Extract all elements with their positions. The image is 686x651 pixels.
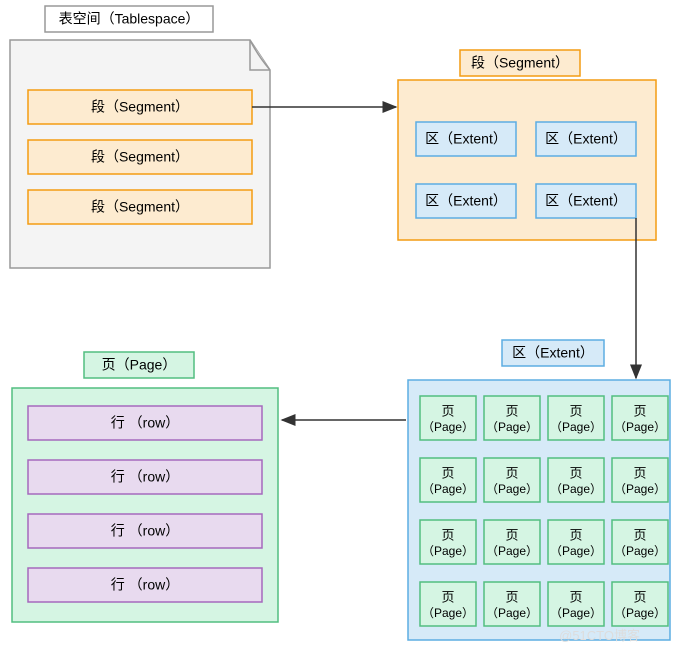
extent-page-cell: 页 （Page） [484, 396, 540, 440]
svg-text:行 （row）: 行 （row） [111, 523, 179, 539]
extent-container: 区（Extent） 页 （Page） 页 （Page） 页 （Page） 页 （Page） 页 （… [408, 340, 670, 640]
svg-text:页: 页 [505, 403, 518, 418]
svg-text:页: 页 [505, 527, 518, 542]
extent-page-cell: 页 （Page） [612, 582, 668, 626]
page-item: 行 （row） [28, 406, 262, 440]
svg-text:（Page）: （Page） [614, 482, 666, 496]
segment-item: 区（Extent） [536, 122, 636, 156]
extent-page-cell: 页 （Page） [548, 458, 604, 502]
svg-text:页: 页 [569, 403, 582, 418]
extent-title: 区（Extent） [512, 345, 594, 361]
tablespace-title: 表空间（Tablespace） [59, 11, 200, 27]
tablespace-container: 表空间（Tablespace） 段（Segment） 段（Segment） 段（… [10, 6, 270, 268]
svg-text:页: 页 [505, 465, 518, 480]
extent-page-cell: 页 （Page） [420, 458, 476, 502]
svg-text:（Page）: （Page） [422, 544, 474, 558]
extent-page-cell: 页 （Page） [420, 520, 476, 564]
svg-text:页: 页 [505, 589, 518, 604]
svg-text:页: 页 [441, 527, 454, 542]
tablespace-item: 段（Segment） [28, 90, 252, 124]
svg-text:页: 页 [569, 527, 582, 542]
svg-text:（Page）: （Page） [486, 544, 538, 558]
extent-page-cell: 页 （Page） [484, 582, 540, 626]
svg-text:段（Segment）: 段（Segment） [91, 99, 189, 115]
svg-text:（Page）: （Page） [422, 606, 474, 620]
extent-page-cell: 页 （Page） [612, 520, 668, 564]
svg-text:（Page）: （Page） [550, 606, 602, 620]
svg-text:（Page）: （Page） [614, 544, 666, 558]
page-container: 页（Page） 行 （row） 行 （row） 行 （row） 行 （row） [12, 352, 278, 622]
svg-text:（Page）: （Page） [614, 606, 666, 620]
svg-text:区（Extent）: 区（Extent） [545, 131, 627, 147]
svg-text:页: 页 [569, 465, 582, 480]
extent-page-cell: 页 （Page） [484, 458, 540, 502]
svg-text:（Page）: （Page） [550, 544, 602, 558]
svg-text:页: 页 [633, 527, 646, 542]
watermark: @51CTO博客 [559, 628, 640, 643]
svg-text:页: 页 [441, 465, 454, 480]
page-title: 页（Page） [102, 357, 177, 373]
svg-text:区（Extent）: 区（Extent） [425, 131, 507, 147]
svg-text:页: 页 [569, 589, 582, 604]
svg-text:页: 页 [633, 403, 646, 418]
svg-text:（Page）: （Page） [486, 420, 538, 434]
svg-text:区（Extent）: 区（Extent） [545, 193, 627, 209]
extent-page-cell: 页 （Page） [548, 396, 604, 440]
extent-page-cell: 页 （Page） [612, 458, 668, 502]
segment-item: 区（Extent） [416, 122, 516, 156]
svg-text:段（Segment）: 段（Segment） [91, 199, 189, 215]
tablespace-item: 段（Segment） [28, 190, 252, 224]
svg-text:（Page）: （Page） [550, 420, 602, 434]
extent-page-cell: 页 （Page） [548, 520, 604, 564]
svg-text:行 （row）: 行 （row） [111, 469, 179, 485]
svg-text:页: 页 [633, 465, 646, 480]
tablespace-item: 段（Segment） [28, 140, 252, 174]
svg-text:（Page）: （Page） [422, 482, 474, 496]
svg-text:段（Segment）: 段（Segment） [91, 149, 189, 165]
segment-item: 区（Extent） [416, 184, 516, 218]
extent-page-cell: 页 （Page） [420, 582, 476, 626]
svg-text:页: 页 [441, 589, 454, 604]
page-item: 行 （row） [28, 568, 262, 602]
segment-container: 段（Segment） 区（Extent） 区（Extent） 区（Extent）… [398, 50, 656, 240]
svg-text:（Page）: （Page） [486, 606, 538, 620]
svg-text:页: 页 [441, 403, 454, 418]
svg-text:页: 页 [633, 589, 646, 604]
extent-page-cell: 页 （Page） [420, 396, 476, 440]
page-item: 行 （row） [28, 514, 262, 548]
svg-text:（Page）: （Page） [614, 420, 666, 434]
page-item: 行 （row） [28, 460, 262, 494]
segment-title: 段（Segment） [471, 55, 569, 71]
svg-text:行 （row）: 行 （row） [111, 415, 179, 431]
svg-text:（Page）: （Page） [550, 482, 602, 496]
extent-page-cell: 页 （Page） [612, 396, 668, 440]
svg-text:（Page）: （Page） [422, 420, 474, 434]
svg-text:行 （row）: 行 （row） [111, 577, 179, 593]
svg-text:（Page）: （Page） [486, 482, 538, 496]
storage-hierarchy-diagram: 表空间（Tablespace） 段（Segment） 段（Segment） 段（… [0, 0, 686, 651]
extent-page-cell: 页 （Page） [484, 520, 540, 564]
extent-page-cell: 页 （Page） [548, 582, 604, 626]
segment-item: 区（Extent） [536, 184, 636, 218]
svg-text:区（Extent）: 区（Extent） [425, 193, 507, 209]
